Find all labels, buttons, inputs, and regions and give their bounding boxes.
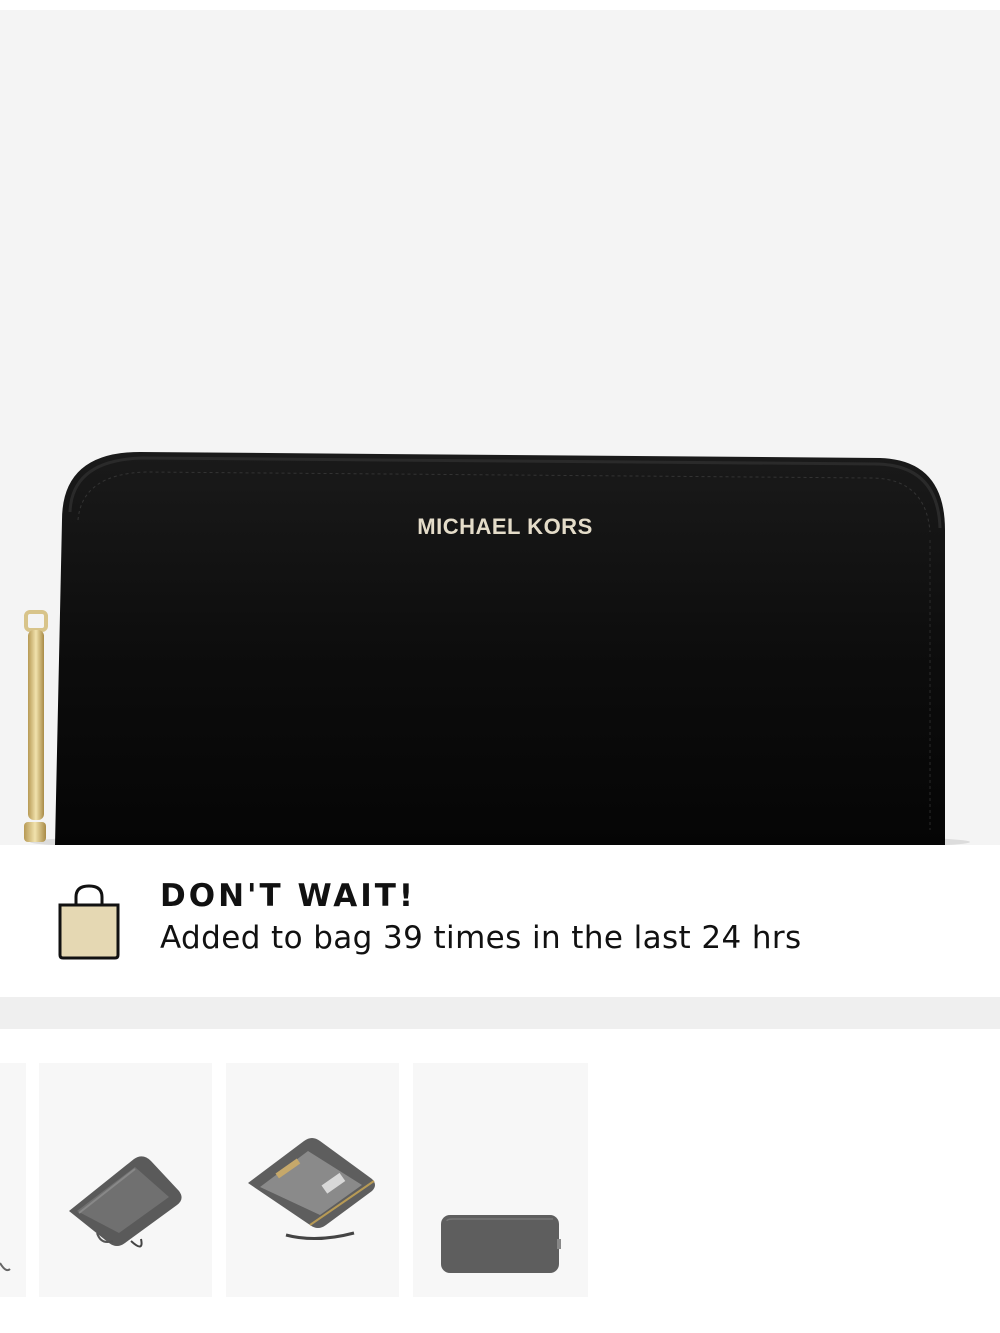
shopping-bag-icon	[58, 884, 120, 960]
wallet-thumbnail-image	[69, 1156, 182, 1248]
banner-heading: DON'T WAIT!	[160, 878, 417, 914]
wallet-thumbnail-image	[248, 1138, 375, 1241]
section-divider	[0, 997, 1000, 1029]
thumbnail-open-wallet-interior[interactable]	[226, 1063, 399, 1297]
product-hero-image[interactable]: MICHAEL KORS	[0, 0, 1000, 845]
thumbnail-partial[interactable]	[0, 1063, 26, 1297]
wallet-thumbnail-image	[441, 1215, 561, 1273]
thumbnail-wallet-back[interactable]	[413, 1063, 588, 1297]
wallet-illustration	[24, 452, 970, 845]
banner-message: Added to bag 39 times in the last 24 hrs	[160, 920, 802, 956]
brand-logo: MICHAEL KORS	[417, 514, 593, 539]
wallet-thumbnail-image	[0, 1262, 11, 1272]
thumbnail-open-wallet[interactable]	[39, 1063, 212, 1297]
